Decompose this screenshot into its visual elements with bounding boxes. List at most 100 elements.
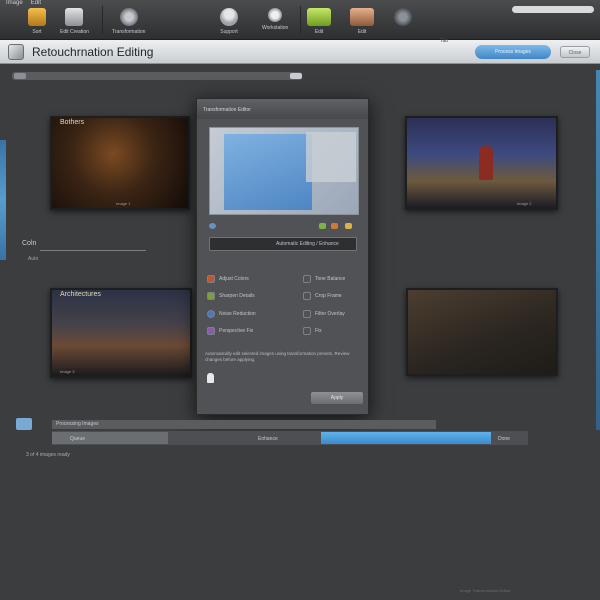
top-toolbar: Image Edit Sort Edit Creation Transforma… xyxy=(0,0,600,40)
option-label: Sharpen Details xyxy=(219,293,255,299)
thumbnail-label: Image 2 xyxy=(517,201,532,206)
preset-path-field[interactable]: Automatic Editing / Enhance xyxy=(209,237,357,251)
preview-image xyxy=(224,134,312,210)
tool-label: Edit xyxy=(314,29,324,35)
checkbox-icon xyxy=(303,275,311,283)
progress-segment-active xyxy=(321,432,491,444)
tool-workstation[interactable]: Workstation xyxy=(262,8,288,31)
photo-edit-icon xyxy=(350,8,374,26)
bottle-icon xyxy=(207,373,214,383)
footer-text: Image Transformation Editor xyxy=(460,588,511,593)
option-label: Tone Balance xyxy=(315,276,346,282)
option-label: Perspective Fix xyxy=(219,328,254,334)
option-noise[interactable]: Noise Reduction xyxy=(207,310,256,318)
path-bar[interactable] xyxy=(12,72,302,80)
option-label: Crop Frame xyxy=(315,293,342,299)
checkbox-icon xyxy=(303,327,311,335)
warning-icon[interactable] xyxy=(331,223,338,229)
apply-button[interactable]: Apply xyxy=(311,392,363,404)
menu-bar: Image Edit xyxy=(6,0,41,6)
image-icon xyxy=(307,8,331,26)
process-images-button[interactable]: Process Images xyxy=(475,45,551,59)
option-filter[interactable]: Filter Overlay xyxy=(303,310,345,318)
info-icon[interactable] xyxy=(209,223,216,229)
progress-label: Processing Images xyxy=(52,420,436,429)
printer-icon xyxy=(65,8,84,26)
side-label: Coln xyxy=(22,240,37,247)
image-thumbnail[interactable] xyxy=(406,288,558,376)
tool-label: Transformation xyxy=(112,29,146,35)
dialog-note: Automatically edit selected images using… xyxy=(205,351,350,362)
confirm-icon[interactable] xyxy=(319,223,326,229)
thumbnail-caption: Bothers xyxy=(60,119,85,126)
tab-label[interactable]: Tab xyxy=(440,38,448,44)
tool-label: Edit Creation xyxy=(60,29,89,35)
lightbulb-icon xyxy=(268,8,283,22)
app-title: Retouchrnation Editing xyxy=(32,45,154,59)
image-thumbnail[interactable]: Architectures Image 3 xyxy=(50,288,192,378)
window-title-bar: Retouchrnation Editing Tab Process Image… xyxy=(0,38,600,64)
checkbox-icon xyxy=(207,275,215,283)
toolbar-separator xyxy=(102,6,103,34)
tool-edit-image[interactable]: Edit xyxy=(307,8,331,35)
thumbnail-caption: Architectures xyxy=(60,291,101,298)
preview-controls xyxy=(209,221,359,231)
checkbox-icon xyxy=(303,310,311,318)
search-input[interactable] xyxy=(512,6,594,13)
status-text: 3 of 4 images ready xyxy=(26,452,70,458)
tool-globe[interactable] xyxy=(394,8,412,26)
tool-transformation[interactable]: Transformation xyxy=(112,8,145,35)
menu-item-image[interactable]: Image xyxy=(6,0,23,6)
tool-edit-creation[interactable]: Edit Creation xyxy=(60,8,89,35)
tool-support[interactable]: Support xyxy=(220,8,238,35)
option-tone[interactable]: Tone Balance xyxy=(303,275,345,283)
option-perspective[interactable]: Perspective Fix xyxy=(207,327,253,335)
checkbox-icon xyxy=(303,292,311,300)
checkbox-icon xyxy=(207,292,215,300)
preview-panel xyxy=(306,132,356,182)
option-label: Noise Reduction xyxy=(219,311,256,317)
progress-left-text: Queue xyxy=(70,436,86,442)
side-sublabel: Auto xyxy=(28,256,39,262)
transformation-dialog: Transformation Editor Automatic Editing … xyxy=(196,98,369,415)
thumbnail-label: Image 3 xyxy=(60,369,75,374)
progress-mid-text: Enhance xyxy=(258,436,278,442)
menu-item-edit[interactable]: Edit xyxy=(31,0,41,6)
checkbox-icon xyxy=(207,310,215,318)
option-adjust-colors[interactable]: Adjust Colors xyxy=(207,275,249,283)
side-accent xyxy=(596,70,600,430)
app-icon xyxy=(8,44,24,60)
image-preview xyxy=(209,127,359,215)
option-label: Filter Overlay xyxy=(315,311,345,317)
option-sharpen[interactable]: Sharpen Details xyxy=(207,292,255,300)
progress-icon xyxy=(16,418,32,430)
divider xyxy=(40,250,146,251)
tool-label: Sort xyxy=(32,29,42,35)
close-button[interactable]: Close xyxy=(560,46,590,58)
option-label: Fix xyxy=(315,328,322,334)
option-crop[interactable]: Crop Frame xyxy=(303,292,342,300)
gear-icon xyxy=(119,8,138,26)
image-thumbnail[interactable]: Bothers Image 1 xyxy=(50,116,190,210)
side-accent xyxy=(0,140,6,260)
star-icon[interactable] xyxy=(345,223,352,229)
thumbnail-label: Image 1 xyxy=(116,201,131,206)
option-fix[interactable]: Fix xyxy=(303,327,322,335)
checkbox-icon xyxy=(207,327,215,335)
tool-edit-photo[interactable]: Edit xyxy=(350,8,374,35)
dialog-title: Transformation Editor xyxy=(203,107,251,113)
person-figure xyxy=(479,146,493,180)
toolbar-separator xyxy=(300,6,301,34)
image-thumbnail[interactable]: Image 2 xyxy=(405,116,558,210)
tool-label: Workstation xyxy=(262,25,289,31)
tool-sort[interactable]: Sort xyxy=(28,8,46,35)
option-label: Adjust Colors xyxy=(219,276,249,282)
back-button[interactable] xyxy=(14,73,26,79)
tool-label: Support xyxy=(220,29,238,35)
dialog-title-bar: Transformation Editor xyxy=(197,99,368,119)
person-icon xyxy=(220,8,238,26)
tool-label: Edit xyxy=(357,29,367,35)
folder-icon xyxy=(28,8,46,26)
go-button[interactable] xyxy=(290,73,302,79)
globe-icon xyxy=(394,8,412,26)
